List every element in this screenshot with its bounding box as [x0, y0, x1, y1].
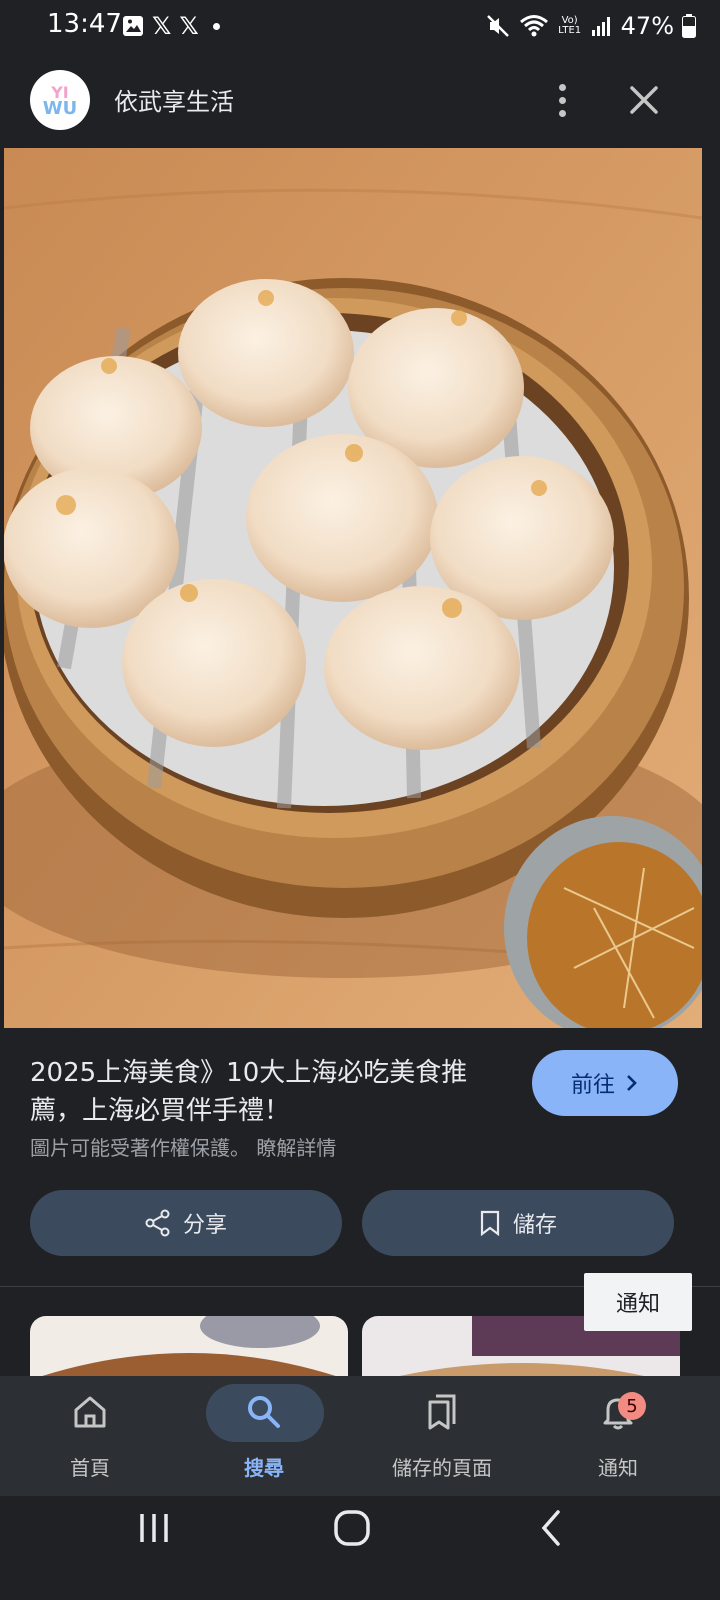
result-image[interactable]	[4, 148, 702, 1028]
battery-icon	[682, 14, 696, 38]
site-logo-icon: YI WU	[34, 74, 86, 126]
more-options-button[interactable]	[540, 76, 584, 124]
save-label: 儲存	[512, 1213, 557, 1238]
related-result-thumbnail[interactable]	[30, 1316, 348, 1380]
nav-label-home: 首頁	[70, 1456, 110, 1480]
notification-badge: 5	[618, 1392, 646, 1420]
battery-percent: 47%	[620, 12, 674, 40]
volte-icon: Vo) LTE1	[558, 15, 582, 36]
site-avatar[interactable]: YI WU	[30, 70, 90, 130]
close-icon[interactable]	[620, 76, 668, 124]
more-dot	[558, 83, 566, 91]
nav-item-saved-pages[interactable]: 儲存的頁面	[352, 1376, 532, 1496]
nav-label-notifications: 通知	[598, 1456, 638, 1480]
status-left-icons: 𝕏 𝕏	[122, 14, 220, 38]
visit-button[interactable]: 前往	[532, 1050, 678, 1116]
status-bar: 13:47 𝕏 𝕏 Vo) LTE1 47%	[0, 0, 720, 52]
nav-item-home[interactable]: 首頁	[0, 1376, 180, 1496]
nav-label-search: 搜尋	[244, 1456, 284, 1480]
wifi-icon	[519, 15, 548, 37]
bookmark-icon	[480, 1210, 500, 1236]
notification-tooltip: 通知	[584, 1273, 692, 1331]
site-name[interactable]: 依武享生活	[114, 82, 234, 117]
signal-icon	[591, 17, 610, 36]
copyright-notice[interactable]: 圖片可能受著作權保護。 瞭解詳情	[30, 1132, 336, 1161]
related-thumbnail-image	[30, 1316, 348, 1380]
search-icon	[248, 1396, 280, 1428]
system-navigation-bar	[0, 1496, 720, 1600]
status-time: 13:47	[47, 9, 122, 39]
mute-icon	[486, 15, 509, 37]
recent-apps-icon[interactable]	[134, 1508, 174, 1548]
save-button[interactable]: 儲存	[362, 1190, 674, 1256]
back-icon[interactable]	[532, 1506, 572, 1550]
result-header: YI WU 依武享生活	[0, 52, 720, 148]
result-title[interactable]: 2025上海美食》10大上海必吃美食推薦，上海必買伴手禮！	[30, 1054, 510, 1130]
chevron-right-icon	[627, 1075, 637, 1091]
gallery-icon	[123, 16, 143, 36]
x-logo-icon: 𝕏	[152, 12, 172, 40]
share-icon	[145, 1209, 170, 1237]
more-dot	[558, 109, 566, 117]
more-dot	[558, 96, 566, 104]
share-label: 分享	[182, 1213, 227, 1238]
dumpling-photo	[4, 148, 702, 1028]
nav-item-notifications[interactable]: 通知	[528, 1376, 708, 1496]
svg-text:WU: WU	[43, 98, 77, 119]
status-right-icons: Vo) LTE1 47%	[485, 8, 696, 44]
share-button[interactable]: 分享	[30, 1190, 342, 1256]
x-logo-icon: 𝕏	[179, 12, 199, 40]
bottom-navigation: 首頁 搜尋 儲存的頁面 通知 5	[0, 1376, 720, 1496]
home-button-icon[interactable]	[330, 1506, 374, 1550]
dot-icon	[212, 22, 220, 30]
saved-pages-icon	[428, 1394, 456, 1430]
nav-label-saved-pages: 儲存的頁面	[392, 1456, 492, 1480]
nav-item-search[interactable]: 搜尋	[174, 1376, 354, 1496]
visit-label: 前往	[570, 1073, 615, 1098]
home-icon	[74, 1396, 106, 1428]
